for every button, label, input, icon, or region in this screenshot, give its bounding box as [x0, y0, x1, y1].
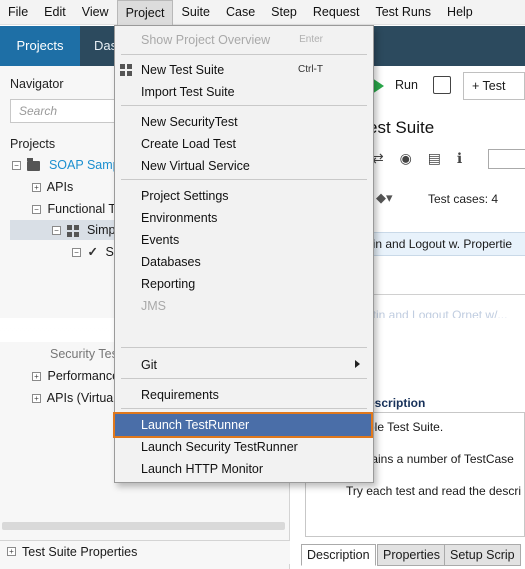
menu-request[interactable]: Request [305, 0, 368, 25]
tree-item-label: Simp [86, 223, 116, 237]
navigator-title: Navigator [10, 77, 64, 91]
tree-item-performance[interactable]: + Performance [32, 366, 119, 386]
description-line: Try each test and read the descri [346, 484, 521, 498]
submenu-arrow-icon [355, 360, 360, 368]
test-case-row-label: gin and Logout w. Propertie [366, 237, 513, 251]
description-line: tains a number of TestCase [368, 452, 514, 466]
menu-item-requirements[interactable]: Requirements [115, 384, 373, 406]
tag-icon[interactable]: ◆▾ [376, 190, 393, 206]
editor-toolbar-icons[interactable]: ⇄ ◉ ▤ ℹ [372, 150, 468, 167]
tree-item-virtual-apis[interactable]: + APIs (Virtua [32, 388, 113, 408]
menu-item-environments[interactable]: Environments [115, 207, 373, 229]
editor-title: est Suite [368, 118, 435, 137]
description-heading: escription [368, 396, 426, 410]
tree-item-security[interactable]: Security Tes [50, 344, 118, 364]
menu-separator [121, 347, 367, 348]
menu-item-launch-testrunner[interactable]: Launch TestRunner [113, 412, 373, 438]
menu-item-databases[interactable]: Databases [115, 251, 373, 273]
menu-project[interactable]: Project [116, 0, 174, 25]
menu-item-launch-http-monitor[interactable]: Launch HTTP Monitor [115, 458, 373, 480]
tree-item-label: APIs (Virtua [46, 391, 114, 405]
menu-item-jms: JMS [141, 299, 166, 313]
menu-item-label: New Test Suite [141, 63, 225, 77]
tree-item-simple-suite[interactable]: − Simp [10, 220, 116, 240]
tree-item-label: APIs [46, 180, 74, 194]
menu-item-import-test-suite[interactable]: Import Test Suite [115, 81, 373, 103]
test-cases-count: Test cases: 4 [428, 192, 499, 206]
shortcut-label: Enter [299, 34, 323, 45]
menu-file[interactable]: File [0, 0, 36, 25]
menu-item-label: Show Project Overview [141, 33, 271, 47]
menu-separator [121, 378, 367, 379]
tree-item-project[interactable]: − SOAP Samp [12, 155, 120, 175]
shortcut-label: Ctrl-T [298, 64, 323, 75]
run-button[interactable]: Run [395, 78, 418, 92]
menu-suite[interactable]: Suite [173, 0, 218, 25]
menu-item-new-virtual-service[interactable]: New Virtual Service [115, 155, 373, 177]
projects-label: Projects [10, 137, 56, 151]
new-test-label: Test [482, 79, 506, 93]
collapse-icon[interactable]: − [52, 226, 61, 236]
menu-view[interactable]: View [74, 0, 117, 25]
description-line: ple Test Suite. [368, 420, 444, 434]
tree-item-functional[interactable]: − Functional T [32, 199, 116, 219]
navigator-search-input[interactable]: Search [10, 99, 120, 123]
navigator-horizontal-scrollbar[interactable] [2, 522, 285, 530]
grid-icon [120, 64, 132, 76]
menu-item-events[interactable]: Events [115, 229, 373, 251]
toolbar-input[interactable] [488, 149, 525, 169]
tree-item-test-case[interactable]: − ✓ S [72, 242, 114, 262]
menu-bar: File Edit View Project Suite Case Step R… [0, 0, 525, 25]
menu-item-new-test-suite[interactable]: New Test Suite Ctrl-T [115, 59, 373, 81]
menu-item-new-security-test[interactable]: New SecurityTest [115, 111, 373, 133]
menu-item-git[interactable]: Git [115, 354, 373, 376]
menu-item-project-settings[interactable]: Project Settings [115, 185, 373, 207]
expand-icon[interactable]: + [32, 183, 41, 193]
collapse-icon[interactable]: − [32, 205, 41, 215]
tree-item-label: S [105, 245, 114, 259]
menu-help[interactable]: Help [439, 0, 481, 25]
menu-item-show-project-overview: Show Project Overview Enter [115, 29, 373, 51]
tree-item-label: Security Tes [50, 347, 118, 361]
expand-icon[interactable]: + [32, 372, 41, 382]
test-suite-icon [67, 224, 80, 237]
tree-item-label: Functional T [47, 202, 117, 216]
menu-item-create-load-test[interactable]: Create Load Test [115, 133, 373, 155]
tree-item-label: SOAP Samp [48, 158, 120, 172]
new-test-button[interactable]: + Test [463, 72, 525, 100]
tree-item-label: Performance [47, 369, 120, 383]
folder-icon [27, 157, 41, 171]
menu-separator [121, 408, 367, 409]
menu-separator [121, 179, 367, 180]
check-icon: ✓ [87, 245, 98, 259]
collapse-icon[interactable]: − [72, 248, 81, 258]
tree-item-apis[interactable]: + APIs [32, 177, 73, 197]
menu-test-runs[interactable]: Test Runs [367, 0, 439, 25]
test-suite-properties-label[interactable]: Test Suite Properties [22, 545, 137, 559]
tab-projects[interactable]: Projects [0, 26, 80, 66]
menu-separator [121, 105, 367, 106]
menu-step[interactable]: Step [263, 0, 305, 25]
tab-setup-script[interactable]: Setup Scrip [444, 544, 521, 566]
tab-description[interactable]: Description [301, 544, 376, 566]
expand-icon[interactable]: + [32, 394, 41, 404]
collapse-icon[interactable]: − [12, 161, 21, 171]
save-icon[interactable] [433, 76, 451, 94]
menu-case[interactable]: Case [218, 0, 263, 25]
menu-edit[interactable]: Edit [36, 0, 74, 25]
menu-separator [121, 54, 367, 55]
menu-item-reporting[interactable]: Reporting [115, 273, 373, 295]
menu-item-launch-security-testrunner[interactable]: Launch Security TestRunner [115, 436, 373, 458]
tab-properties[interactable]: Properties [377, 544, 446, 566]
expand-icon[interactable]: + [7, 547, 16, 556]
